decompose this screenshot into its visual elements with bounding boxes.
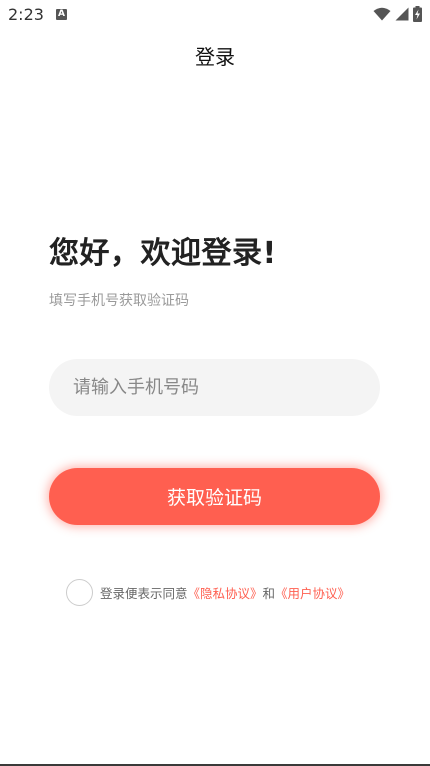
agreement-prefix: 登录便表示同意 <box>100 586 188 601</box>
agreement-connector: 和 <box>262 586 276 601</box>
page-title: 登录 <box>195 45 235 69</box>
agree-checkbox[interactable] <box>66 579 93 606</box>
status-bar: 2:23 A <box>0 0 430 30</box>
get-code-button[interactable]: 获取验证码 <box>49 468 380 525</box>
signal-icon <box>395 7 409 21</box>
battery-charging-icon <box>413 6 422 22</box>
user-agreement-link[interactable]: 《用户协议》 <box>275 586 350 601</box>
status-icons <box>373 6 422 22</box>
login-subtitle: 填写手机号获取验证码 <box>49 293 189 309</box>
phone-input[interactable] <box>49 359 380 416</box>
agreement-row: 登录便表示同意《隐私协议》和《用户协议》 <box>66 578 350 607</box>
wifi-icon <box>373 7 391 21</box>
notification-icon: A <box>56 9 67 20</box>
privacy-policy-link[interactable]: 《隐私协议》 <box>188 586 263 601</box>
agreement-text: 登录便表示同意《隐私协议》和《用户协议》 <box>100 583 350 602</box>
welcome-heading: 您好，欢迎登录! <box>49 236 277 271</box>
status-time: 2:23 <box>8 5 44 24</box>
